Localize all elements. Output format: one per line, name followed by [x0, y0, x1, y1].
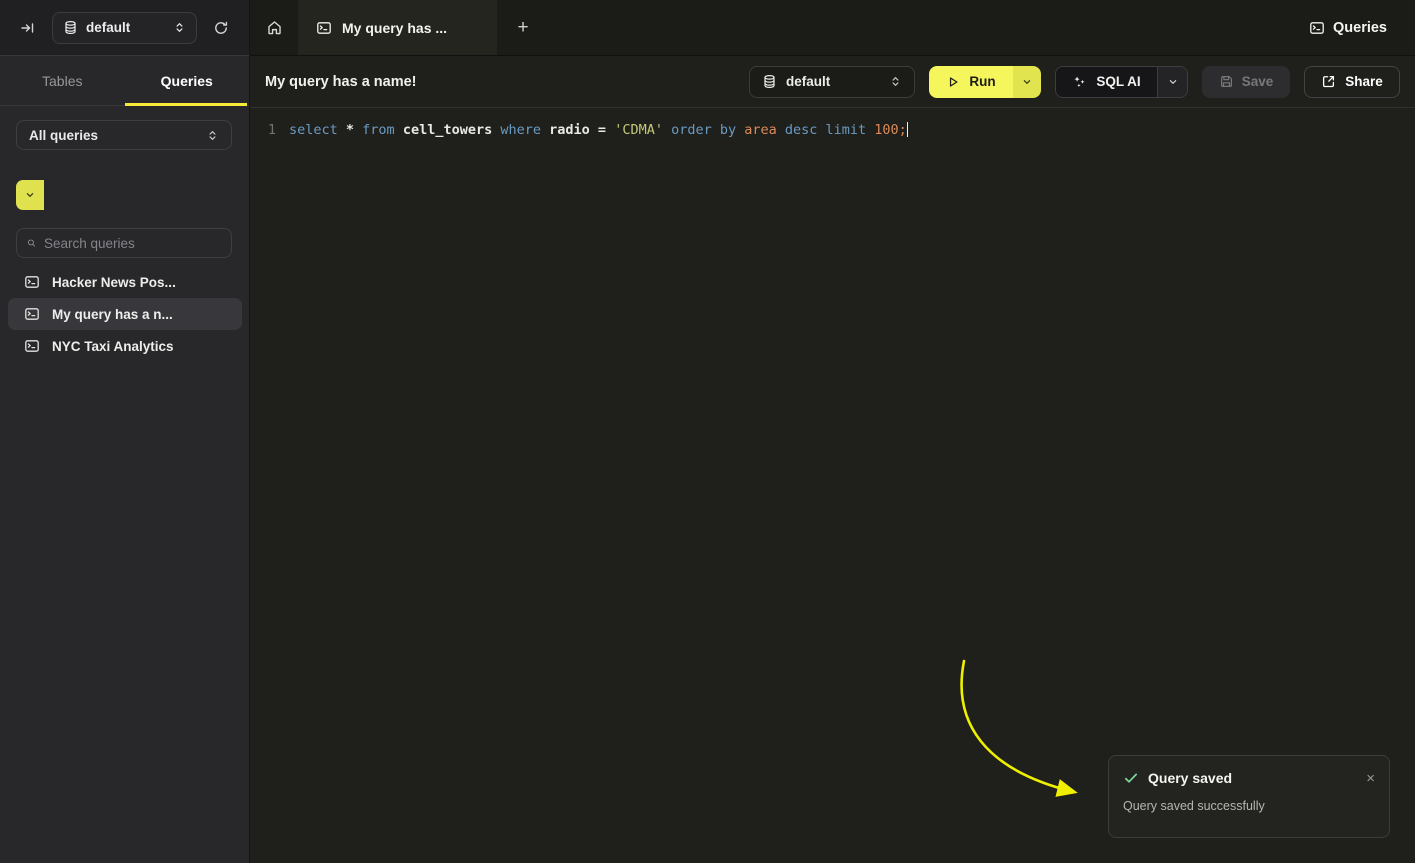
toast-close-button[interactable]: × [1366, 771, 1375, 786]
plus-icon: + [517, 17, 528, 39]
terminal-icon [1309, 20, 1325, 36]
top-bar-spacer [549, 0, 1281, 55]
sidebar-tabs: Tables Queries [0, 56, 249, 106]
save-label: Save [1242, 74, 1274, 89]
code-token: = [598, 122, 614, 138]
toast-query-saved: Query saved × Query saved successfully [1108, 755, 1390, 838]
sql-ai-split-button: SQL AI [1055, 66, 1188, 98]
terminal-icon [24, 306, 40, 322]
query-search-box [16, 228, 232, 258]
tab-bar: My query has ... + Queries [250, 0, 1415, 56]
query-item-label: NYC Taxi Analytics [52, 339, 174, 354]
sidebar-tab-tables-label: Tables [42, 73, 82, 89]
database-icon [63, 20, 78, 35]
database-selector-value: default [86, 20, 165, 35]
code-token: 'CDMA' [614, 122, 671, 138]
new-tab-button[interactable]: + [497, 0, 549, 55]
collapse-sidebar-button[interactable] [14, 14, 42, 42]
sql-editor[interactable]: 1 select * from cell_towers where radio … [250, 108, 1415, 140]
search-icon [27, 236, 36, 250]
code-tokens: select * from cell_towers where radio = … [289, 122, 907, 138]
terminal-icon [24, 338, 40, 354]
tab-label: My query has ... [342, 20, 447, 36]
search-queries-input[interactable] [44, 236, 221, 251]
database-selector[interactable]: default [52, 12, 197, 44]
code-token: select [289, 122, 346, 138]
sql-console-app: default My query has ... + Queries [0, 0, 1415, 863]
sidebar-tab-queries[interactable]: Queries [125, 56, 250, 105]
query-item-label: My query has a n... [52, 307, 173, 322]
sql-ai-label: SQL AI [1096, 74, 1140, 89]
code-token: radio [549, 122, 598, 138]
refresh-icon [213, 20, 229, 36]
query-header: My query has a name! default Run [250, 56, 1415, 108]
line-number: 1 [250, 122, 276, 138]
run-split-button: Run [929, 66, 1041, 98]
refresh-button[interactable] [207, 14, 235, 42]
query-filter-value: All queries [29, 128, 206, 143]
share-label: Share [1345, 74, 1383, 89]
active-tab-indicator [125, 103, 248, 106]
home-icon [266, 19, 283, 36]
new-query-dropdown-button[interactable] [16, 180, 44, 210]
chevron-down-icon [1021, 76, 1033, 88]
query-list-item[interactable]: NYC Taxi Analytics [8, 330, 242, 362]
share-icon [1321, 74, 1336, 89]
query-list-item[interactable]: Hacker News Pos... [8, 266, 242, 298]
header-actions: default Run SQL AI [749, 66, 1400, 98]
chevron-updown-icon [206, 129, 219, 142]
query-list-item[interactable]: My query has a n... [8, 298, 242, 330]
query-title[interactable]: My query has a name! [265, 74, 417, 90]
queries-badge-label: Queries [1333, 20, 1387, 36]
chevron-down-icon [24, 189, 36, 201]
terminal-icon [316, 20, 332, 36]
database-icon [762, 74, 777, 89]
toast-header: Query saved × [1123, 770, 1375, 786]
run-dropdown-button[interactable] [1013, 66, 1041, 98]
code-token: * [346, 122, 362, 138]
toast-message: Query saved successfully [1123, 799, 1375, 813]
sparkle-ai-icon [1072, 74, 1087, 89]
play-icon [946, 75, 960, 89]
toast-title: Query saved [1148, 770, 1232, 786]
collapse-sidebar-icon [20, 20, 36, 36]
new-query-split-button: + New query [16, 180, 232, 210]
chevron-updown-icon [889, 75, 902, 88]
floppy-save-icon [1219, 74, 1234, 89]
close-icon: × [1366, 770, 1375, 787]
chevron-updown-icon [173, 21, 186, 34]
code-line: 1 select * from cell_towers where radio … [250, 119, 1415, 140]
toolbar-database-value: default [786, 74, 880, 89]
sidebar: Tables Queries All queries + New query H… [0, 56, 250, 863]
query-list: Hacker News Pos... My query has a n... NYC… [8, 266, 242, 362]
sql-ai-dropdown-button[interactable] [1157, 67, 1187, 97]
top-bar-left: default [0, 0, 250, 56]
queries-badge: Queries [1281, 0, 1415, 55]
sidebar-tab-tables[interactable]: Tables [0, 56, 125, 105]
code-token: cell_towers [403, 122, 501, 138]
code-token: order by [671, 122, 744, 138]
run-button[interactable]: Run [929, 66, 1013, 98]
code-token: desc limit [785, 122, 874, 138]
code-token: where [500, 122, 549, 138]
save-button[interactable]: Save [1202, 66, 1290, 98]
chevron-down-icon [1167, 76, 1179, 88]
code-token: from [362, 122, 403, 138]
query-filter-select[interactable]: All queries [16, 120, 232, 150]
share-button[interactable]: Share [1304, 66, 1400, 98]
main-panel: My query has a name! default Run [250, 56, 1415, 863]
code-token: area [744, 122, 785, 138]
sidebar-tab-queries-label: Queries [161, 73, 213, 89]
tab-my-query[interactable]: My query has ... [298, 0, 497, 55]
code-token: 100; [874, 122, 907, 138]
check-icon [1123, 770, 1139, 786]
toolbar-database-selector[interactable]: default [749, 66, 915, 98]
query-item-label: Hacker News Pos... [52, 275, 176, 290]
text-cursor [907, 122, 909, 137]
top-bar: default My query has ... + Queries [0, 0, 1415, 56]
terminal-icon [24, 274, 40, 290]
run-label: Run [969, 74, 995, 89]
home-button[interactable] [250, 0, 298, 55]
sql-ai-button[interactable]: SQL AI [1056, 67, 1157, 97]
